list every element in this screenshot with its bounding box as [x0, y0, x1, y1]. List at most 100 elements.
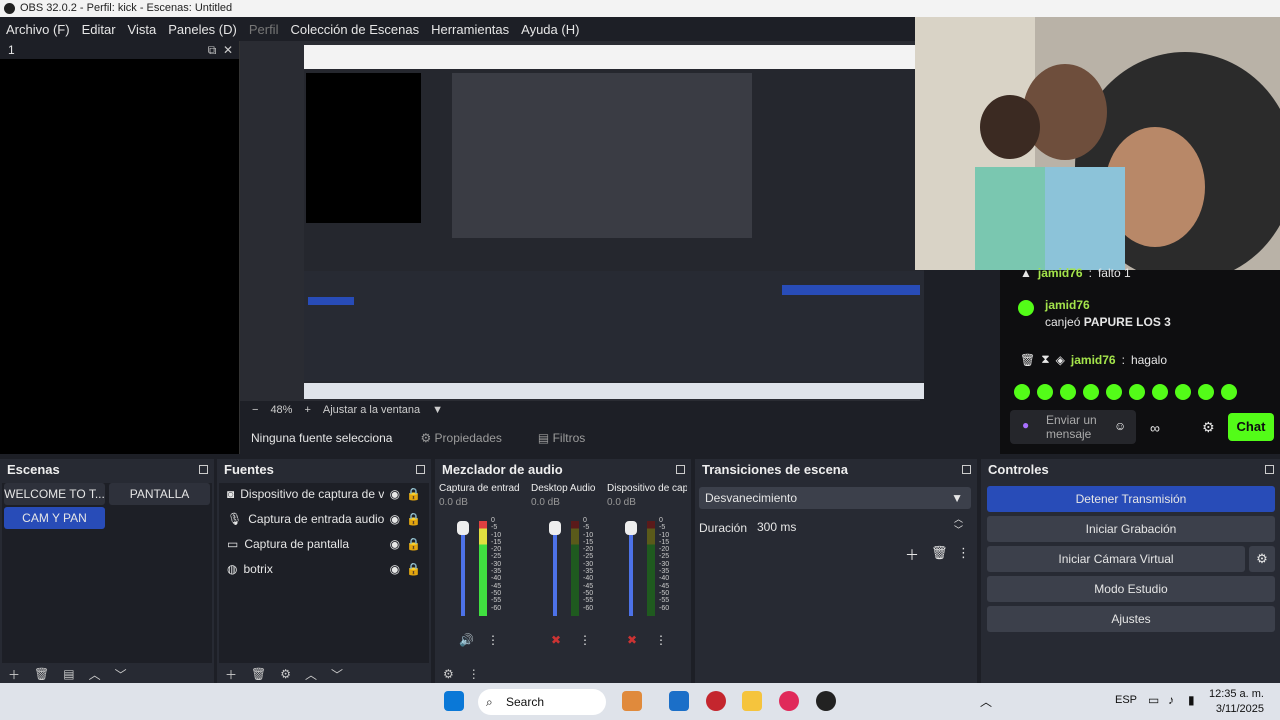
close-icon[interactable]: ✕: [223, 43, 233, 57]
preview-canvas[interactable]: [240, 41, 924, 401]
opera-icon[interactable]: [779, 691, 799, 711]
gear-icon[interactable]: ⚙: [1249, 546, 1275, 572]
eye-icon[interactable]: ◉: [390, 512, 400, 526]
add-icon[interactable]: ＋: [8, 666, 20, 683]
emote-icon[interactable]: [1014, 384, 1030, 400]
chat-username[interactable]: jamid76: [1071, 353, 1116, 367]
duration-input[interactable]: 300 ms ︿ ﹀: [749, 514, 971, 538]
scene-item[interactable]: PANTALLA: [109, 483, 210, 505]
emote-icon[interactable]: [1152, 384, 1168, 400]
menu-herramientas[interactable]: Herramientas: [425, 22, 515, 37]
lock-icon[interactable]: 🔒: [406, 537, 421, 551]
widget-icon[interactable]: [622, 691, 642, 711]
undock-icon[interactable]: [199, 465, 208, 474]
trash-icon[interactable]: 🗑: [34, 667, 49, 681]
network-icon[interactable]: ▭: [1148, 693, 1159, 707]
chat-input[interactable]: ● Enviar un mensaje ☺: [1010, 410, 1136, 444]
source-item[interactable]: ◍ botrix ◉ 🔒: [227, 558, 421, 580]
start-recording-button[interactable]: Iniciar Grabación: [987, 516, 1275, 542]
emote-icon[interactable]: [1106, 384, 1122, 400]
scene-item-selected[interactable]: CAM Y PAN: [4, 507, 105, 529]
emote-icon[interactable]: [1083, 384, 1099, 400]
lock-icon[interactable]: 🔒: [406, 562, 421, 576]
taskbar-search[interactable]: ⌕ Search: [478, 689, 606, 715]
transition-select[interactable]: Desvanecimiento ▼: [699, 487, 971, 509]
scene-item[interactable]: WELCOME TO T...: [4, 483, 105, 505]
volume-handle[interactable]: [457, 521, 469, 535]
properties-button[interactable]: ⚙ Propiedades: [412, 427, 509, 449]
zoom-out-button[interactable]: −: [252, 404, 258, 416]
settings-button[interactable]: Ajustes: [987, 606, 1275, 632]
emote-icon[interactable]: [1060, 384, 1076, 400]
zoom-in-button[interactable]: +: [304, 404, 310, 416]
windows-start-icon[interactable]: [444, 691, 464, 711]
undock-icon[interactable]: [962, 465, 971, 474]
gear-icon[interactable]: ⚙: [280, 667, 291, 681]
trash-icon[interactable]: 🗑: [251, 667, 266, 681]
add-icon[interactable]: ＋: [225, 666, 237, 683]
trash-icon[interactable]: 🗑: [1020, 353, 1035, 367]
more-icon[interactable]: ⋮: [655, 633, 667, 647]
menu-coleccion-escenas[interactable]: Colección de Escenas: [284, 22, 425, 37]
menu-editar[interactable]: Editar: [76, 22, 122, 37]
source-item[interactable]: ◙ Dispositivo de captura de v ◉ 🔒: [227, 483, 421, 505]
filter-icon[interactable]: ▤: [63, 667, 74, 681]
chevron-down-icon[interactable]: ﹀: [331, 666, 343, 683]
zoom-fit-select[interactable]: Ajustar a la ventana: [323, 404, 420, 416]
mute-icon[interactable]: ✖: [551, 633, 561, 647]
studio-mode-button[interactable]: Modo Estudio: [987, 576, 1275, 602]
emote-icon[interactable]: [1175, 384, 1191, 400]
chevron-down-icon[interactable]: ﹀: [115, 666, 127, 683]
menu-archivo[interactable]: Archivo (F): [0, 22, 76, 37]
undock-icon[interactable]: [1265, 465, 1274, 474]
chevron-down-icon[interactable]: ▼: [432, 404, 443, 416]
chat-settings-icon[interactable]: ∞: [1150, 420, 1160, 436]
app-icon[interactable]: [669, 691, 689, 711]
add-icon[interactable]: ＋: [905, 545, 919, 565]
menu-ayuda[interactable]: Ayuda (H): [515, 22, 585, 37]
obs-icon[interactable]: [816, 691, 836, 711]
battery-icon[interactable]: ▮: [1188, 693, 1195, 707]
emote-icon[interactable]: [1198, 384, 1214, 400]
more-icon[interactable]: ⋮: [468, 667, 480, 681]
menu-paneles[interactable]: Paneles (D): [162, 22, 243, 37]
folder-icon[interactable]: [742, 691, 762, 711]
chevron-up-icon[interactable]: ︿: [89, 666, 101, 683]
undock-icon[interactable]: [416, 465, 425, 474]
filters-button[interactable]: ▤ Filtros: [530, 427, 593, 449]
emote-icon[interactable]: [1037, 384, 1053, 400]
more-icon[interactable]: ⋮: [957, 545, 970, 561]
undock-icon[interactable]: [676, 465, 685, 474]
gear-icon[interactable]: ⚙: [443, 667, 454, 681]
timeout-icon[interactable]: ⧗: [1041, 352, 1049, 367]
emoji-icon[interactable]: ☺: [1114, 419, 1126, 433]
volume-slider[interactable]: [553, 521, 557, 616]
volume-handle[interactable]: [625, 521, 637, 535]
float-icon[interactable]: ⧉: [208, 43, 217, 57]
stepper-icon[interactable]: ︿ ﹀: [954, 514, 963, 536]
mute-icon[interactable]: 🔊: [459, 633, 474, 647]
clock[interactable]: 12:35 a. m. 3/11/2025: [1209, 687, 1264, 717]
chat-send-button[interactable]: Chat: [1228, 413, 1274, 441]
stop-streaming-button[interactable]: Detener Transmisión: [987, 486, 1275, 512]
trash-icon[interactable]: 🗑: [931, 545, 948, 561]
more-icon[interactable]: ⋮: [487, 633, 499, 647]
chat-username[interactable]: jamid76: [1045, 298, 1090, 312]
more-icon[interactable]: ⋮: [579, 633, 591, 647]
chevron-up-icon[interactable]: ︿: [980, 693, 992, 710]
source-item[interactable]: ▭ Captura de pantalla ◉ 🔒: [227, 533, 421, 555]
lock-icon[interactable]: 🔒: [406, 487, 421, 501]
menu-vista[interactable]: Vista: [122, 22, 163, 37]
eye-icon[interactable]: ◉: [390, 537, 400, 551]
emote-icon[interactable]: [1129, 384, 1145, 400]
menu-perfil[interactable]: Perfil: [243, 22, 285, 37]
language-indicator[interactable]: ESP: [1115, 694, 1137, 706]
eye-icon[interactable]: ◉: [390, 562, 400, 576]
lock-icon[interactable]: 🔒: [406, 512, 421, 526]
source-item[interactable]: 🎙 Captura de entrada audio ◉ 🔒: [227, 508, 421, 530]
volume-icon[interactable]: ♪: [1168, 693, 1174, 707]
chat-username[interactable]: jamid76: [1038, 266, 1083, 280]
chevron-up-icon[interactable]: ︿: [305, 666, 317, 683]
mute-icon[interactable]: ✖: [627, 633, 637, 647]
eye-icon[interactable]: ◉: [390, 487, 400, 501]
